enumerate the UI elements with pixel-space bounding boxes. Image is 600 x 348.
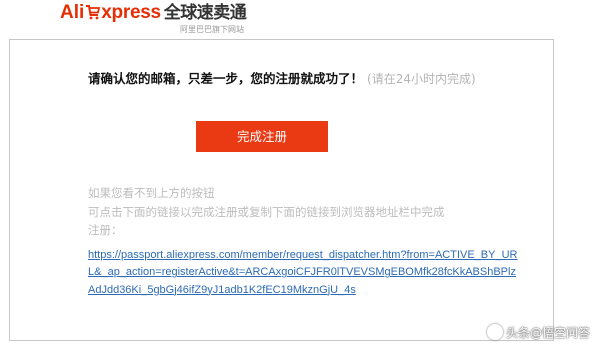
fallback-line-1: 如果您看不到上方的按钮 xyxy=(88,186,215,200)
logo-ali-text: Ali xyxy=(60,2,85,23)
chat-bubble-icon xyxy=(486,324,503,340)
time-limit-hint: (请在24小时内完成) xyxy=(367,72,476,86)
logo-wordmark: Ali xpress 全球速卖通 xyxy=(60,2,247,24)
logo-tagline: 阿里巴巴旗下网站 xyxy=(180,25,244,34)
headline-text: 请确认您的邮箱，只差一步，您的注册就成功了！ xyxy=(88,71,364,86)
fallback-instructions: 如果您看不到上方的按钮 可点击下面的链接以完成注册或复制下面的链接到浏览器地址栏… xyxy=(88,184,518,240)
watermark: 头条@悟空问答 xyxy=(486,324,590,342)
watermark-text: 头条@悟空问答 xyxy=(505,326,590,340)
activation-link[interactable]: https://passport.aliexpress.com/member/r… xyxy=(88,247,522,299)
logo-xpress-text: xpress xyxy=(101,2,161,23)
fallback-line-3: 注册： xyxy=(88,223,123,237)
email-confirmation-card: 请确认您的邮箱，只差一步，您的注册就成功了！ (请在24小时内完成) 完成注册 如… xyxy=(9,39,554,341)
logo-chinese-name: 全球速卖通 xyxy=(163,3,247,23)
shopping-cart-icon xyxy=(86,5,101,20)
complete-registration-button[interactable]: 完成注册 xyxy=(196,121,328,152)
confirmation-headline: 请确认您的邮箱，只差一步，您的注册就成功了！ (请在24小时内完成) xyxy=(88,71,476,87)
aliexpress-logo: Ali xpress 全球速卖通 阿里巴巴旗下网站 xyxy=(60,2,280,36)
fallback-line-2: 可点击下面的链接以完成注册或复制下面的链接到浏览器地址栏中完成 xyxy=(88,204,445,219)
